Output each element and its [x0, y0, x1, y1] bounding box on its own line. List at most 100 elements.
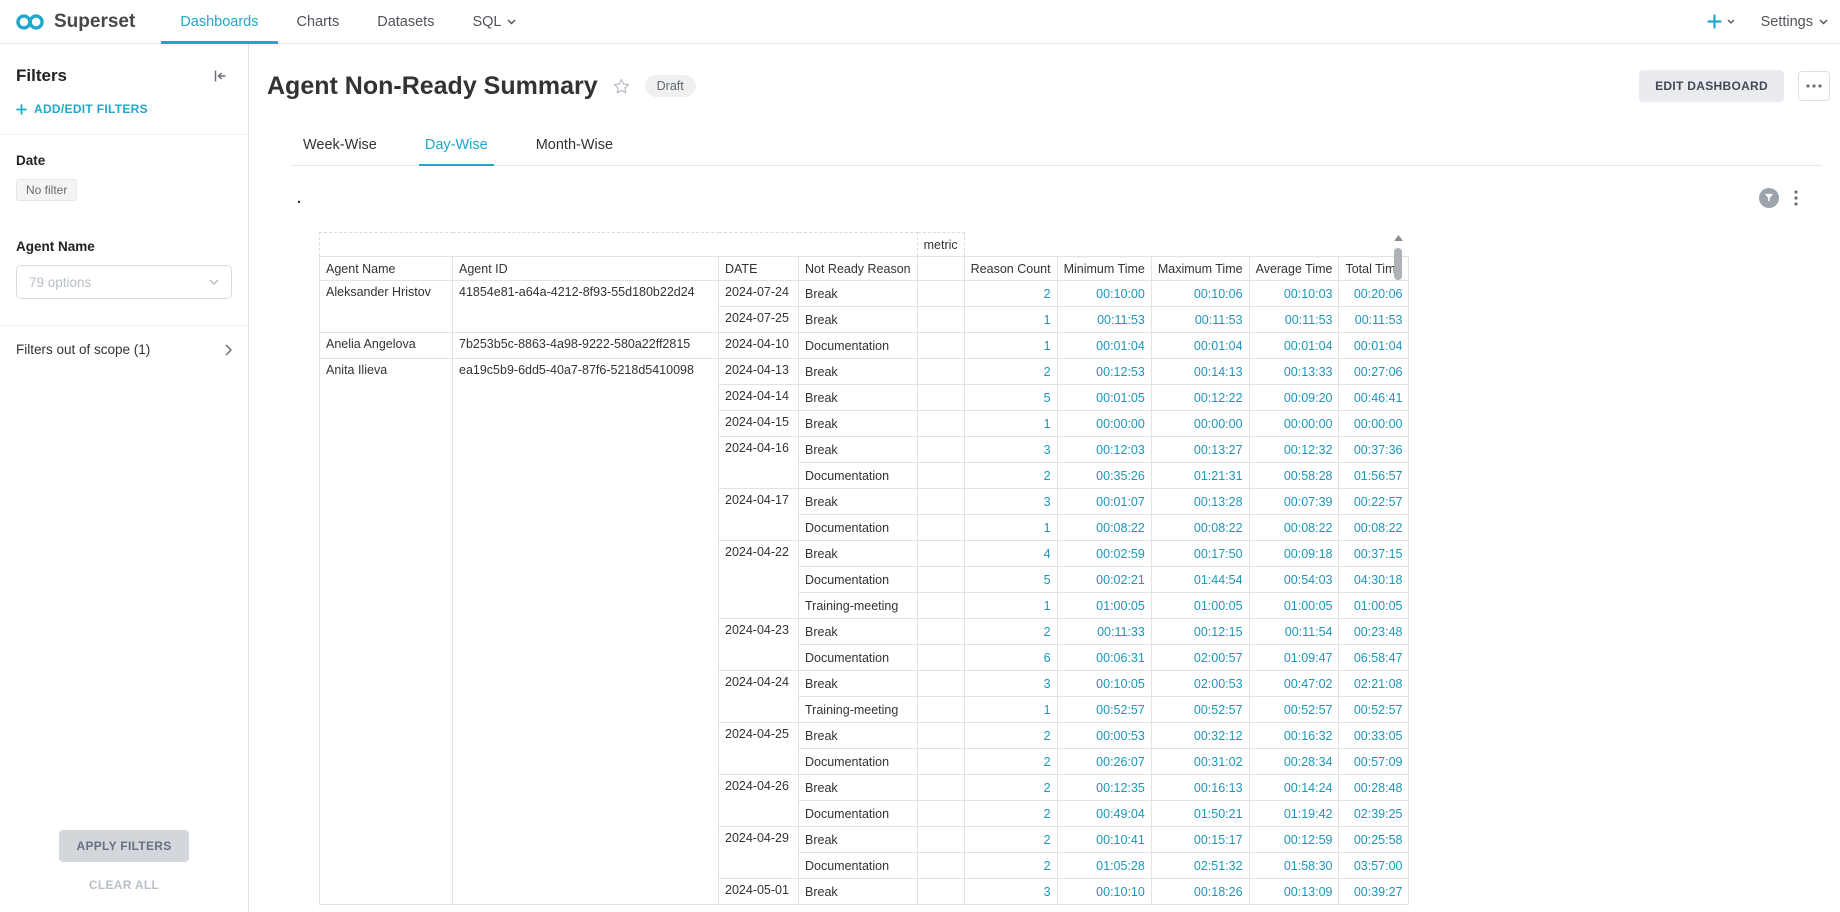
metric-value-cell[interactable]: 01:44:54 [1151, 567, 1249, 593]
metric-value-cell[interactable]: 2 [964, 281, 1057, 307]
metric-value-cell[interactable]: 3 [964, 879, 1057, 905]
metric-value-cell[interactable]: 01:00:05 [1249, 593, 1339, 619]
metric-value-cell[interactable]: 00:01:04 [1249, 333, 1339, 359]
metric-value-cell[interactable]: 01:58:30 [1249, 853, 1339, 879]
metric-value-cell[interactable]: 00:49:04 [1057, 801, 1151, 827]
metric-value-cell[interactable]: 1 [964, 515, 1057, 541]
metric-value-cell[interactable]: 00:09:20 [1249, 385, 1339, 411]
metric-value-cell[interactable]: 00:14:13 [1151, 359, 1249, 385]
chart-menu-kebab-icon[interactable] [1794, 190, 1798, 206]
metric-value-cell[interactable]: 3 [964, 437, 1057, 463]
tab-month-wise[interactable]: Month-Wise [536, 124, 613, 165]
metric-value-cell[interactable]: 5 [964, 385, 1057, 411]
metric-value-cell[interactable]: 00:08:22 [1057, 515, 1151, 541]
metric-value-cell[interactable]: 02:00:57 [1151, 645, 1249, 671]
metric-value-cell[interactable]: 3 [964, 489, 1057, 515]
metric-value-cell[interactable]: 00:54:03 [1249, 567, 1339, 593]
superset-logo[interactable]: Superset [14, 0, 135, 43]
new-item-button[interactable] [1707, 14, 1735, 29]
metric-value-cell[interactable]: 00:58:28 [1249, 463, 1339, 489]
metric-value-cell[interactable]: 02:00:53 [1151, 671, 1249, 697]
metric-column-header[interactable]: Minimum Time [1057, 257, 1151, 281]
clear-all-button[interactable]: CLEAR ALL [0, 878, 248, 892]
filters-out-of-scope-toggle[interactable]: Filters out of scope (1) [0, 325, 248, 373]
metric-value-cell[interactable]: 00:10:00 [1057, 281, 1151, 307]
metric-value-cell[interactable]: 2 [964, 801, 1057, 827]
metric-value-cell[interactable]: 1 [964, 333, 1057, 359]
metric-value-cell[interactable]: 01:09:47 [1249, 645, 1339, 671]
metric-value-cell[interactable]: 00:00:00 [1249, 411, 1339, 437]
metric-value-cell[interactable]: 00:16:13 [1151, 775, 1249, 801]
cross-filter-badge[interactable] [1759, 188, 1779, 208]
metric-value-cell[interactable]: 00:09:18 [1249, 541, 1339, 567]
metric-value-cell[interactable]: 00:39:27 [1339, 879, 1409, 905]
metric-value-cell[interactable]: 4 [964, 541, 1057, 567]
metric-value-cell[interactable]: 00:01:05 [1057, 385, 1151, 411]
metric-value-cell[interactable]: 3 [964, 671, 1057, 697]
column-header[interactable]: Agent Name [320, 257, 453, 281]
dashboard-more-button[interactable] [1798, 71, 1830, 101]
metric-value-cell[interactable]: 01:00:05 [1151, 593, 1249, 619]
metric-value-cell[interactable]: 1 [964, 411, 1057, 437]
metric-value-cell[interactable]: 00:10:06 [1151, 281, 1249, 307]
apply-filters-button[interactable]: APPLY FILTERS [59, 830, 188, 862]
metric-value-cell[interactable]: 00:12:15 [1151, 619, 1249, 645]
metric-value-cell[interactable]: 2 [964, 749, 1057, 775]
metric-value-cell[interactable]: 2 [964, 827, 1057, 853]
metric-value-cell[interactable]: 00:00:53 [1057, 723, 1151, 749]
column-header[interactable]: Not Ready Reason [799, 257, 918, 281]
metric-value-cell[interactable]: 00:12:35 [1057, 775, 1151, 801]
metric-value-cell[interactable]: 00:32:12 [1151, 723, 1249, 749]
metric-value-cell[interactable]: 00:16:32 [1249, 723, 1339, 749]
metric-value-cell[interactable]: 00:14:24 [1249, 775, 1339, 801]
metric-column-header[interactable]: Reason Count [964, 257, 1057, 281]
metric-value-cell[interactable]: 00:10:10 [1057, 879, 1151, 905]
metric-value-cell[interactable]: 00:08:22 [1151, 515, 1249, 541]
metric-value-cell[interactable]: 00:52:57 [1151, 697, 1249, 723]
metric-column-header[interactable]: Maximum Time [1151, 257, 1249, 281]
metric-value-cell[interactable]: 00:13:09 [1249, 879, 1339, 905]
metric-value-cell[interactable]: 00:06:31 [1057, 645, 1151, 671]
metric-value-cell[interactable]: 00:02:59 [1057, 541, 1151, 567]
favorite-star-icon[interactable] [612, 77, 631, 96]
metric-value-cell[interactable]: 00:52:57 [1057, 697, 1151, 723]
metric-value-cell[interactable]: 2 [964, 619, 1057, 645]
metric-value-cell[interactable]: 1 [964, 593, 1057, 619]
metric-value-cell[interactable]: 00:07:39 [1249, 489, 1339, 515]
metric-value-cell[interactable]: 00:52:57 [1249, 697, 1339, 723]
tab-week-wise[interactable]: Week-Wise [303, 124, 377, 165]
metric-value-cell[interactable]: 6 [964, 645, 1057, 671]
metric-value-cell[interactable]: 00:11:54 [1249, 619, 1339, 645]
metric-value-cell[interactable]: 01:19:42 [1249, 801, 1339, 827]
nav-item-sql[interactable]: SQL [453, 0, 535, 43]
column-header[interactable]: Agent ID [453, 257, 719, 281]
metric-value-cell[interactable]: 00:17:50 [1151, 541, 1249, 567]
metric-value-cell[interactable]: 00:28:34 [1249, 749, 1339, 775]
metric-value-cell[interactable]: 00:01:04 [1151, 333, 1249, 359]
metric-value-cell[interactable]: 00:02:21 [1057, 567, 1151, 593]
add-edit-filters-button[interactable]: ADD/EDIT FILTERS [0, 86, 248, 135]
metric-value-cell[interactable]: 5 [964, 567, 1057, 593]
metric-value-cell[interactable]: 00:26:07 [1057, 749, 1151, 775]
scroll-up-arrow-icon[interactable] [1392, 232, 1404, 244]
metric-value-cell[interactable]: 00:08:22 [1249, 515, 1339, 541]
metric-value-cell[interactable]: 00:15:17 [1151, 827, 1249, 853]
metric-value-cell[interactable]: 2 [964, 359, 1057, 385]
agent-name-select[interactable]: 79 options [16, 265, 232, 299]
metric-value-cell[interactable]: 02:51:32 [1151, 853, 1249, 879]
metric-value-cell[interactable]: 00:12:03 [1057, 437, 1151, 463]
metric-value-cell[interactable]: 00:13:28 [1151, 489, 1249, 515]
column-header[interactable]: DATE [719, 257, 799, 281]
metric-value-cell[interactable]: 00:11:53 [1151, 307, 1249, 333]
collapse-filters-icon[interactable] [212, 68, 228, 84]
metric-value-cell[interactable]: 01:05:28 [1057, 853, 1151, 879]
nav-item-datasets[interactable]: Datasets [358, 0, 453, 43]
metric-value-cell[interactable]: 00:00:00 [1057, 411, 1151, 437]
metric-value-cell[interactable]: 00:10:05 [1057, 671, 1151, 697]
metric-value-cell[interactable]: 1 [964, 697, 1057, 723]
metric-value-cell[interactable]: 2 [964, 853, 1057, 879]
metric-value-cell[interactable]: 00:12:53 [1057, 359, 1151, 385]
nav-item-charts[interactable]: Charts [278, 0, 359, 43]
metric-value-cell[interactable]: 00:47:02 [1249, 671, 1339, 697]
metric-value-cell[interactable]: 00:01:04 [1057, 333, 1151, 359]
